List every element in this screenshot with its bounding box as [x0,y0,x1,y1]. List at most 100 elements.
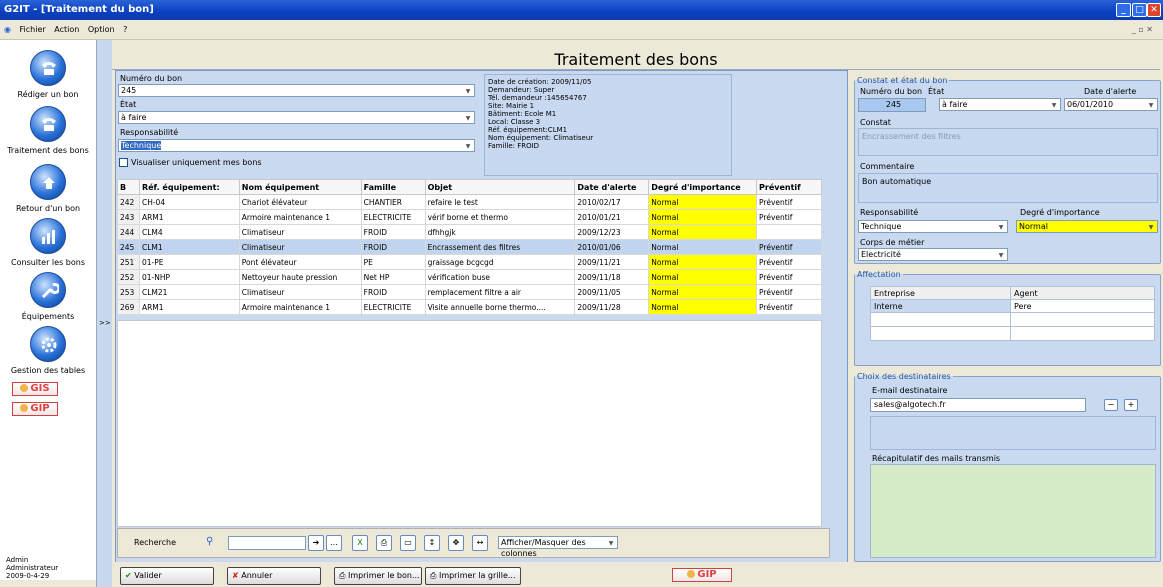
valider-button[interactable]: ✔ Valider [120,567,214,585]
table-cell: CLM4 [138,224,240,240]
imprimer-grille-button[interactable]: ⎙ Imprimer la grille... [425,567,521,585]
sidebar-item-label: Gestion des tables [10,366,86,375]
columns-icon[interactable]: ↔ [472,535,488,551]
sidebar-item-consulter[interactable]: Consulter les bons [0,218,96,267]
table-cell: CLM1 [138,239,240,255]
columns-select[interactable]: Afficher/Masquer des colonnes ▼ [498,536,618,558]
corps-label: Corps de métier [860,238,925,247]
close-button[interactable]: ✕ [1147,3,1161,17]
sidebar-item-label: Traitement des bons [7,146,89,155]
sidebar-item-equipements[interactable]: Équipements [0,272,96,321]
alerte-date-select[interactable]: 06/01/2010 ▼ [1064,98,1158,111]
table-cell: vérif borne et thermo [424,209,576,225]
commentaire-field[interactable]: Bon automatique [858,173,1158,203]
sidebar: Rédiger un bon Traitement des bons Retou… [0,40,96,580]
print-icon[interactable]: ⎙ [376,535,392,551]
gis-badge[interactable]: GIS [12,382,58,396]
menu-fichier[interactable]: Fichier [20,20,46,40]
table-row[interactable]: 253 CLM21 Climatiseur FROID remplacement fil… [117,284,822,300]
add-email-button[interactable]: + [1124,399,1138,411]
table-row[interactable]: 269 ARM1 Armoire maintenance 1 ELECTRICITE V… [117,299,822,315]
table-cell: Nettoyeur haute pression [238,269,362,285]
table-row[interactable]: 252 01-NHP Nettoyeur haute pression Net HP v… [117,269,822,285]
user-name: Admin [6,556,29,564]
annuler-button[interactable]: ✘ Annuler [227,567,321,585]
print-icon: ⎙ [430,571,437,580]
email-list[interactable] [870,416,1156,450]
resp-select[interactable]: Technique ▼ [118,139,475,152]
constat-resp-select[interactable]: Technique ▼ [858,220,1008,233]
menu-option[interactable]: Option [88,20,115,40]
numero-label: Numéro du bon [120,74,183,83]
excel-icon[interactable]: X [352,535,368,551]
table-row[interactable]: 245 CLM1 Climatiseur FROID Encrassement des … [117,239,822,255]
sort-icon[interactable]: ↕ [424,535,440,551]
menu-action[interactable]: Action [54,20,79,40]
table-cell: 2010/01/21 [574,209,650,225]
table-cell: 242 [117,194,140,210]
menu-help[interactable]: ? [123,20,127,40]
mes-bons-checkbox[interactable] [119,158,128,167]
more-button[interactable]: … [326,535,342,551]
column-header[interactable]: Date d'alerte [574,179,650,195]
user-date: 2009-0-4-29 [6,572,50,580]
column-header[interactable]: Famille [360,179,426,195]
chevron-down-icon: ▼ [1148,102,1154,109]
column-header[interactable]: Réf. équipement: [138,179,240,195]
sidebar-item-retour[interactable]: Retour d'un bon [0,164,96,213]
panel-splitter[interactable]: >> [96,40,112,587]
column-header[interactable]: Préventif [756,179,822,195]
constat-etat-select[interactable]: à faire ▼ [939,98,1061,111]
screen-icon[interactable]: ▭ [400,535,416,551]
column-header[interactable]: B [117,179,140,195]
gis-dot-icon [20,384,29,392]
table-cell: Encrassement des filtres [424,239,576,255]
etat-select[interactable]: à faire ▼ [118,111,475,124]
table-cell: vérification buse [424,269,576,285]
numero-select[interactable]: 245 ▼ [118,84,475,97]
table-row[interactable]: Interne Pere [870,299,1155,313]
go-arrow-icon[interactable]: ➔ [308,535,324,551]
user-role: Administrateur [6,564,59,572]
table-cell: Normal [648,269,758,285]
constat-numero-field[interactable]: 245 [858,98,926,112]
mdi-window-controls[interactable]: _ ▫ ✕ [1132,20,1153,40]
table-row[interactable]: 242 CH-04 Chariot élévateur CHANTIER refaire… [117,194,822,210]
move-icon[interactable]: ✥ [448,535,464,551]
table-cell: FROID [360,224,426,240]
table-cell: Normal [648,224,758,240]
user-info: Admin Administrateur 2009-0-4-29 [0,556,96,587]
minimize-button[interactable]: _ [1116,3,1131,17]
column-header[interactable]: Nom équipement [238,179,362,195]
maximize-button[interactable]: □ [1132,3,1147,17]
remove-email-button[interactable]: − [1104,399,1118,411]
alerte-label: Date d'alerte [1084,87,1137,96]
phone-icon [30,106,66,142]
email-field[interactable]: sales@algotech.fr [870,398,1086,412]
table-row[interactable]: 251 01-PE Pont élévateur PE graissage bcgcgd… [117,254,822,270]
gip-badge[interactable]: GIP [12,402,58,416]
sidebar-item-label: Retour d'un bon [15,204,81,213]
sidebar-item-traitement[interactable]: Traitement des bons [0,106,96,155]
table-row[interactable]: 244 CLM4 Climatiseur FROID dfhhgjk 2009/12/23… [117,224,822,240]
table-cell: Préventif [756,254,822,270]
corps-select[interactable]: Electricité ▼ [858,248,1008,261]
imprimer-bon-button[interactable]: ⎙ Imprimer le bon... [334,567,422,585]
info-line: Réf. équipement:CLM1 [488,126,568,134]
table-cell: Normal [648,209,758,225]
column-header[interactable]: Objet [424,179,576,195]
cross-icon: ✘ [232,571,239,580]
table-row[interactable]: 243 ARM1 Armoire maintenance 1 ELECTRICITE v… [117,209,822,225]
grid-toolbar: Recherche ⚲ ➔ … X ⎙ ▭ ↕ ✥ ↔ Afficher/Mas… [117,528,830,558]
sidebar-item-rediger[interactable]: Rédiger un bon [0,50,96,99]
sidebar-item-label: Équipements [21,312,75,321]
gip-button[interactable]: GIP [672,568,732,582]
table-cell: dfhhgjk [424,224,576,240]
column-header[interactable]: Degré d'importance [648,179,758,195]
gip-dot-icon [20,404,29,412]
constat-field[interactable]: Encrassement des filtres [858,128,1158,156]
table-cell: 2009/12/23 [574,224,650,240]
sidebar-item-gestion[interactable]: Gestion des tables [0,326,96,375]
degre-select[interactable]: Normal ▼ [1016,220,1158,233]
search-input[interactable] [228,536,306,550]
